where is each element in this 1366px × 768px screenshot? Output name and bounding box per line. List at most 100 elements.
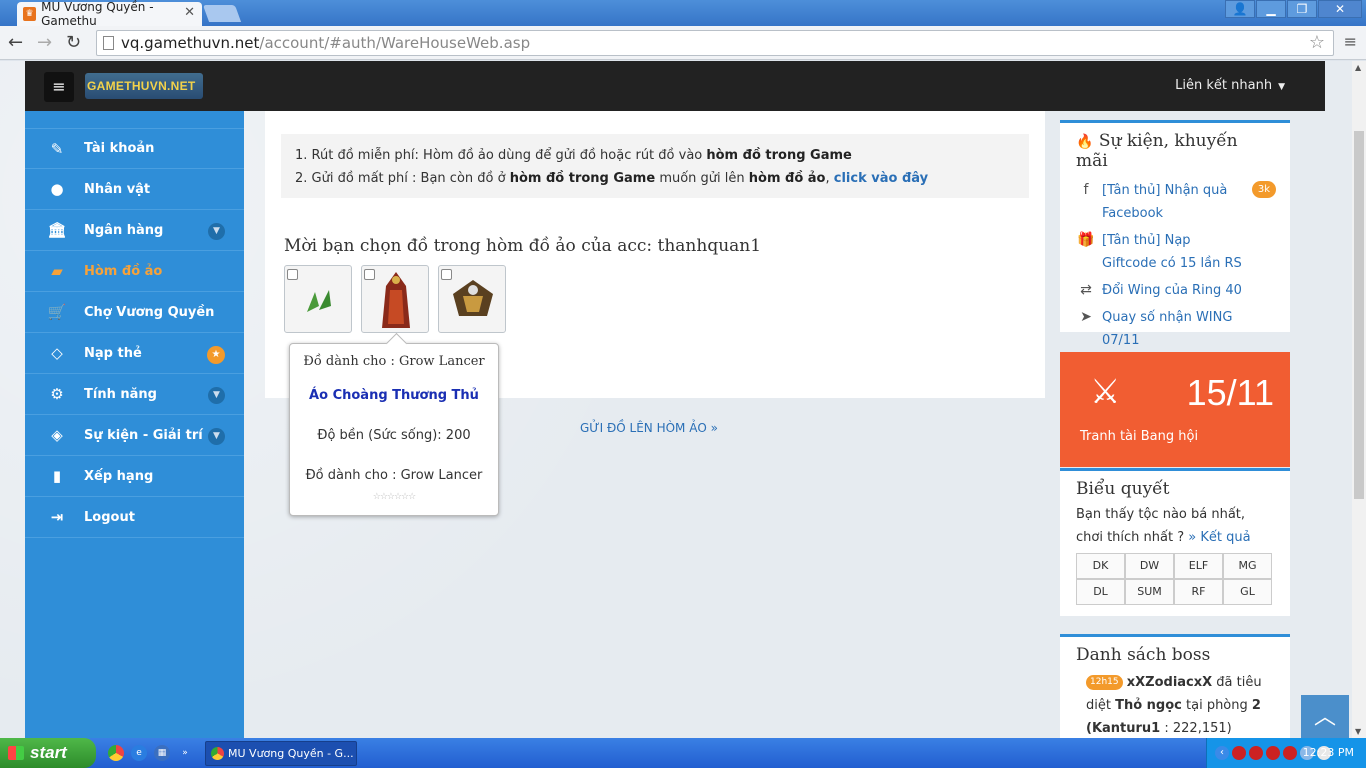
vote-option-button[interactable]: DK xyxy=(1076,553,1125,579)
taskbar-window-item[interactable]: MU Vương Quyền - G... xyxy=(205,741,357,766)
sidebar-item-virtual-warehouse[interactable]: ▰ Hòm đồ ảo xyxy=(25,251,244,292)
scroll-down-icon[interactable]: ▼ xyxy=(1355,727,1361,736)
tab-close-icon[interactable]: ✕ xyxy=(184,5,195,20)
site-logo[interactable]: GAMETHUVN.NET xyxy=(85,73,205,99)
boss-text: tại phòng xyxy=(1181,698,1252,713)
info-text: 1. Rút đồ miễn phí: Hòm đồ ảo dùng để gử… xyxy=(295,148,707,163)
sidebar-item-ranking[interactable]: ▮ Xếp hạng xyxy=(25,456,244,497)
banner-text: Tranh tài Bang hội xyxy=(1080,429,1199,444)
taskbar-window-label: MU Vương Quyền - G... xyxy=(228,747,354,760)
scroll-up-icon[interactable]: ▲ xyxy=(1355,63,1361,72)
item-checkbox[interactable] xyxy=(364,269,375,280)
event-link[interactable]: [Tân thủ] Nhận quà Facebook xyxy=(1102,183,1227,221)
user-icon: ● xyxy=(50,180,64,198)
back-arrow-icon[interactable]: ← xyxy=(8,32,23,53)
guild-event-banner[interactable]: ⚔ 15/11 Tranh tài Bang hội xyxy=(1060,352,1290,467)
item-checkbox[interactable] xyxy=(441,269,452,280)
event-item[interactable]: f [Tân thủ] Nhận quà Facebook 3k xyxy=(1060,179,1290,225)
info-line-2: 2. Gửi đồ mất phí : Bạn còn đồ ở hòm đồ … xyxy=(295,167,1015,190)
chevron-down-icon[interactable]: ▼ xyxy=(208,387,225,404)
maximize-button[interactable]: ❐ xyxy=(1287,0,1317,18)
event-item[interactable]: ⇄ Đổi Wing của Ring 40 xyxy=(1060,279,1290,302)
sidebar-item-character[interactable]: ● Nhân vật xyxy=(25,169,244,210)
top-navbar: ≡ GAMETHUVN.NET Liên kết nhanh ▼ xyxy=(25,61,1325,111)
tray-app-icon[interactable] xyxy=(1232,746,1246,760)
send-to-warehouse-link[interactable]: GỬI ĐỒ LÊN HÒM ẢO » xyxy=(580,421,718,435)
click-here-link[interactable]: click vào đây xyxy=(834,171,928,186)
events-title: 🔥 Sự kiện, khuyến mãi xyxy=(1060,123,1290,175)
vote-option-button[interactable]: SUM xyxy=(1125,579,1174,605)
page-icon xyxy=(103,36,114,50)
info-text: , xyxy=(825,171,834,186)
sidebar-item-label: Chợ Vương Quyền xyxy=(84,304,215,320)
vote-option-button[interactable]: RF xyxy=(1174,579,1223,605)
quick-launch: e ▦ » xyxy=(108,745,193,761)
chevron-down-icon[interactable]: ▼ xyxy=(208,223,225,240)
sidebar-item-label: Nạp thẻ xyxy=(84,345,142,361)
window-close-button[interactable]: ✕ xyxy=(1318,0,1362,18)
vote-option-button[interactable]: DW xyxy=(1125,553,1174,579)
item-slot-armor[interactable] xyxy=(438,265,506,333)
system-tray: ‹ 12:23 PM xyxy=(1206,738,1366,768)
vote-option-button[interactable]: MG xyxy=(1223,553,1272,579)
window-controls: 👤 ▁ ❐ ✕ xyxy=(1224,0,1362,18)
sidebar-item-label: Nhân vật xyxy=(84,181,151,197)
reload-icon[interactable]: ↻ xyxy=(66,32,81,53)
vote-option-button[interactable]: GL xyxy=(1223,579,1272,605)
bookmark-star-icon[interactable]: ☆ xyxy=(1309,31,1325,55)
tooltip-class-line-2: Đồ dành cho : Grow Lancer xyxy=(305,468,483,483)
logout-icon: ⇥ xyxy=(50,508,64,526)
event-link[interactable]: Quay số nhận WING 07/11 xyxy=(1102,310,1232,348)
event-link[interactable]: [Tân thủ] Nạp Giftcode có 15 lần RS xyxy=(1102,233,1242,271)
boss-list-box: Danh sách boss 12h15 xXZodiacxX đã tiêu … xyxy=(1060,634,1290,738)
explorer-icon[interactable]: ▦ xyxy=(154,745,170,761)
tooltip-item-name: Áo Choàng Thương Thủ xyxy=(309,388,479,403)
new-tab-button[interactable] xyxy=(202,5,242,22)
sidebar-item-label: Tính năng xyxy=(84,386,157,402)
scrollbar-thumb[interactable] xyxy=(1354,131,1364,499)
chrome-icon[interactable] xyxy=(108,745,124,761)
sidebar-item-logout[interactable]: ⇥ Logout xyxy=(25,497,244,538)
address-bar[interactable]: vq.gamethuvn.net/account/#auth/WareHouse… xyxy=(96,30,1334,56)
browser-tab[interactable]: ♛ MU Vương Quyền - Gamethu ✕ xyxy=(17,0,202,28)
item-slot-cloak[interactable] xyxy=(361,265,429,333)
ie-icon[interactable]: e xyxy=(131,745,147,761)
tray-app-icon[interactable] xyxy=(1249,746,1263,760)
user-icon[interactable]: 👤 xyxy=(1225,0,1255,18)
sidebar-item-events[interactable]: ◈ Sự kiện - Giải trí ▼ xyxy=(25,415,244,456)
sidebar-item-features[interactable]: ⚙ Tính năng ▼ xyxy=(25,374,244,415)
sidebar-item-account[interactable]: ✎ Tài khoản xyxy=(25,128,244,169)
gift-icon: 🎁 xyxy=(1077,232,1095,248)
vote-result-link[interactable]: » Kết quả xyxy=(1188,530,1250,545)
scroll-to-top-button[interactable]: ︿ xyxy=(1301,695,1349,738)
item-checkbox[interactable] xyxy=(287,269,298,280)
hamburger-menu-icon[interactable]: ≡ xyxy=(44,72,74,102)
sidebar-item-bank[interactable]: 🏛 Ngân hàng ▼ xyxy=(25,210,244,251)
site-favicon-icon: ♛ xyxy=(23,7,37,21)
tray-app-icon[interactable] xyxy=(1283,746,1297,760)
info-bold: hòm đồ trong Game xyxy=(509,171,656,186)
item-slot-wings[interactable] xyxy=(284,265,352,333)
browser-menu-icon[interactable]: ≡ xyxy=(1344,32,1357,51)
sidebar-item-topup[interactable]: ◇ Nạp thẻ ★ xyxy=(25,333,244,374)
event-item[interactable]: ➤ Quay số nhận WING 07/11 xyxy=(1060,306,1290,352)
page-scrollbar[interactable]: ▲ ▼ xyxy=(1352,61,1366,738)
vote-option-button[interactable]: DL xyxy=(1076,579,1125,605)
more-icon[interactable]: » xyxy=(177,745,193,761)
start-button[interactable]: start xyxy=(0,738,96,768)
event-item[interactable]: 🎁 [Tân thủ] Nạp Giftcode có 15 lần RS xyxy=(1060,229,1290,275)
forward-arrow-icon[interactable]: → xyxy=(37,32,52,53)
tray-expand-icon[interactable]: ‹ xyxy=(1215,746,1229,760)
tray-app-icon[interactable] xyxy=(1266,746,1280,760)
sidebar-item-market[interactable]: 🛒 Chợ Vương Quyền xyxy=(25,292,244,333)
chevron-down-icon[interactable]: ▼ xyxy=(208,428,225,445)
quick-links-dropdown[interactable]: Liên kết nhanh ▼ xyxy=(1175,78,1285,93)
clock[interactable]: 12:23 PM xyxy=(1303,746,1354,759)
vote-option-button[interactable]: ELF xyxy=(1174,553,1223,579)
start-label: start xyxy=(30,743,67,762)
sidebar-item-label: Hòm đồ ảo xyxy=(84,263,163,279)
minimize-button[interactable]: ▁ xyxy=(1256,0,1286,18)
briefcase-icon: ▰ xyxy=(51,262,63,280)
logo-text: GAMETHUVN.NET xyxy=(87,79,196,93)
event-link[interactable]: Đổi Wing của Ring 40 xyxy=(1102,283,1242,298)
